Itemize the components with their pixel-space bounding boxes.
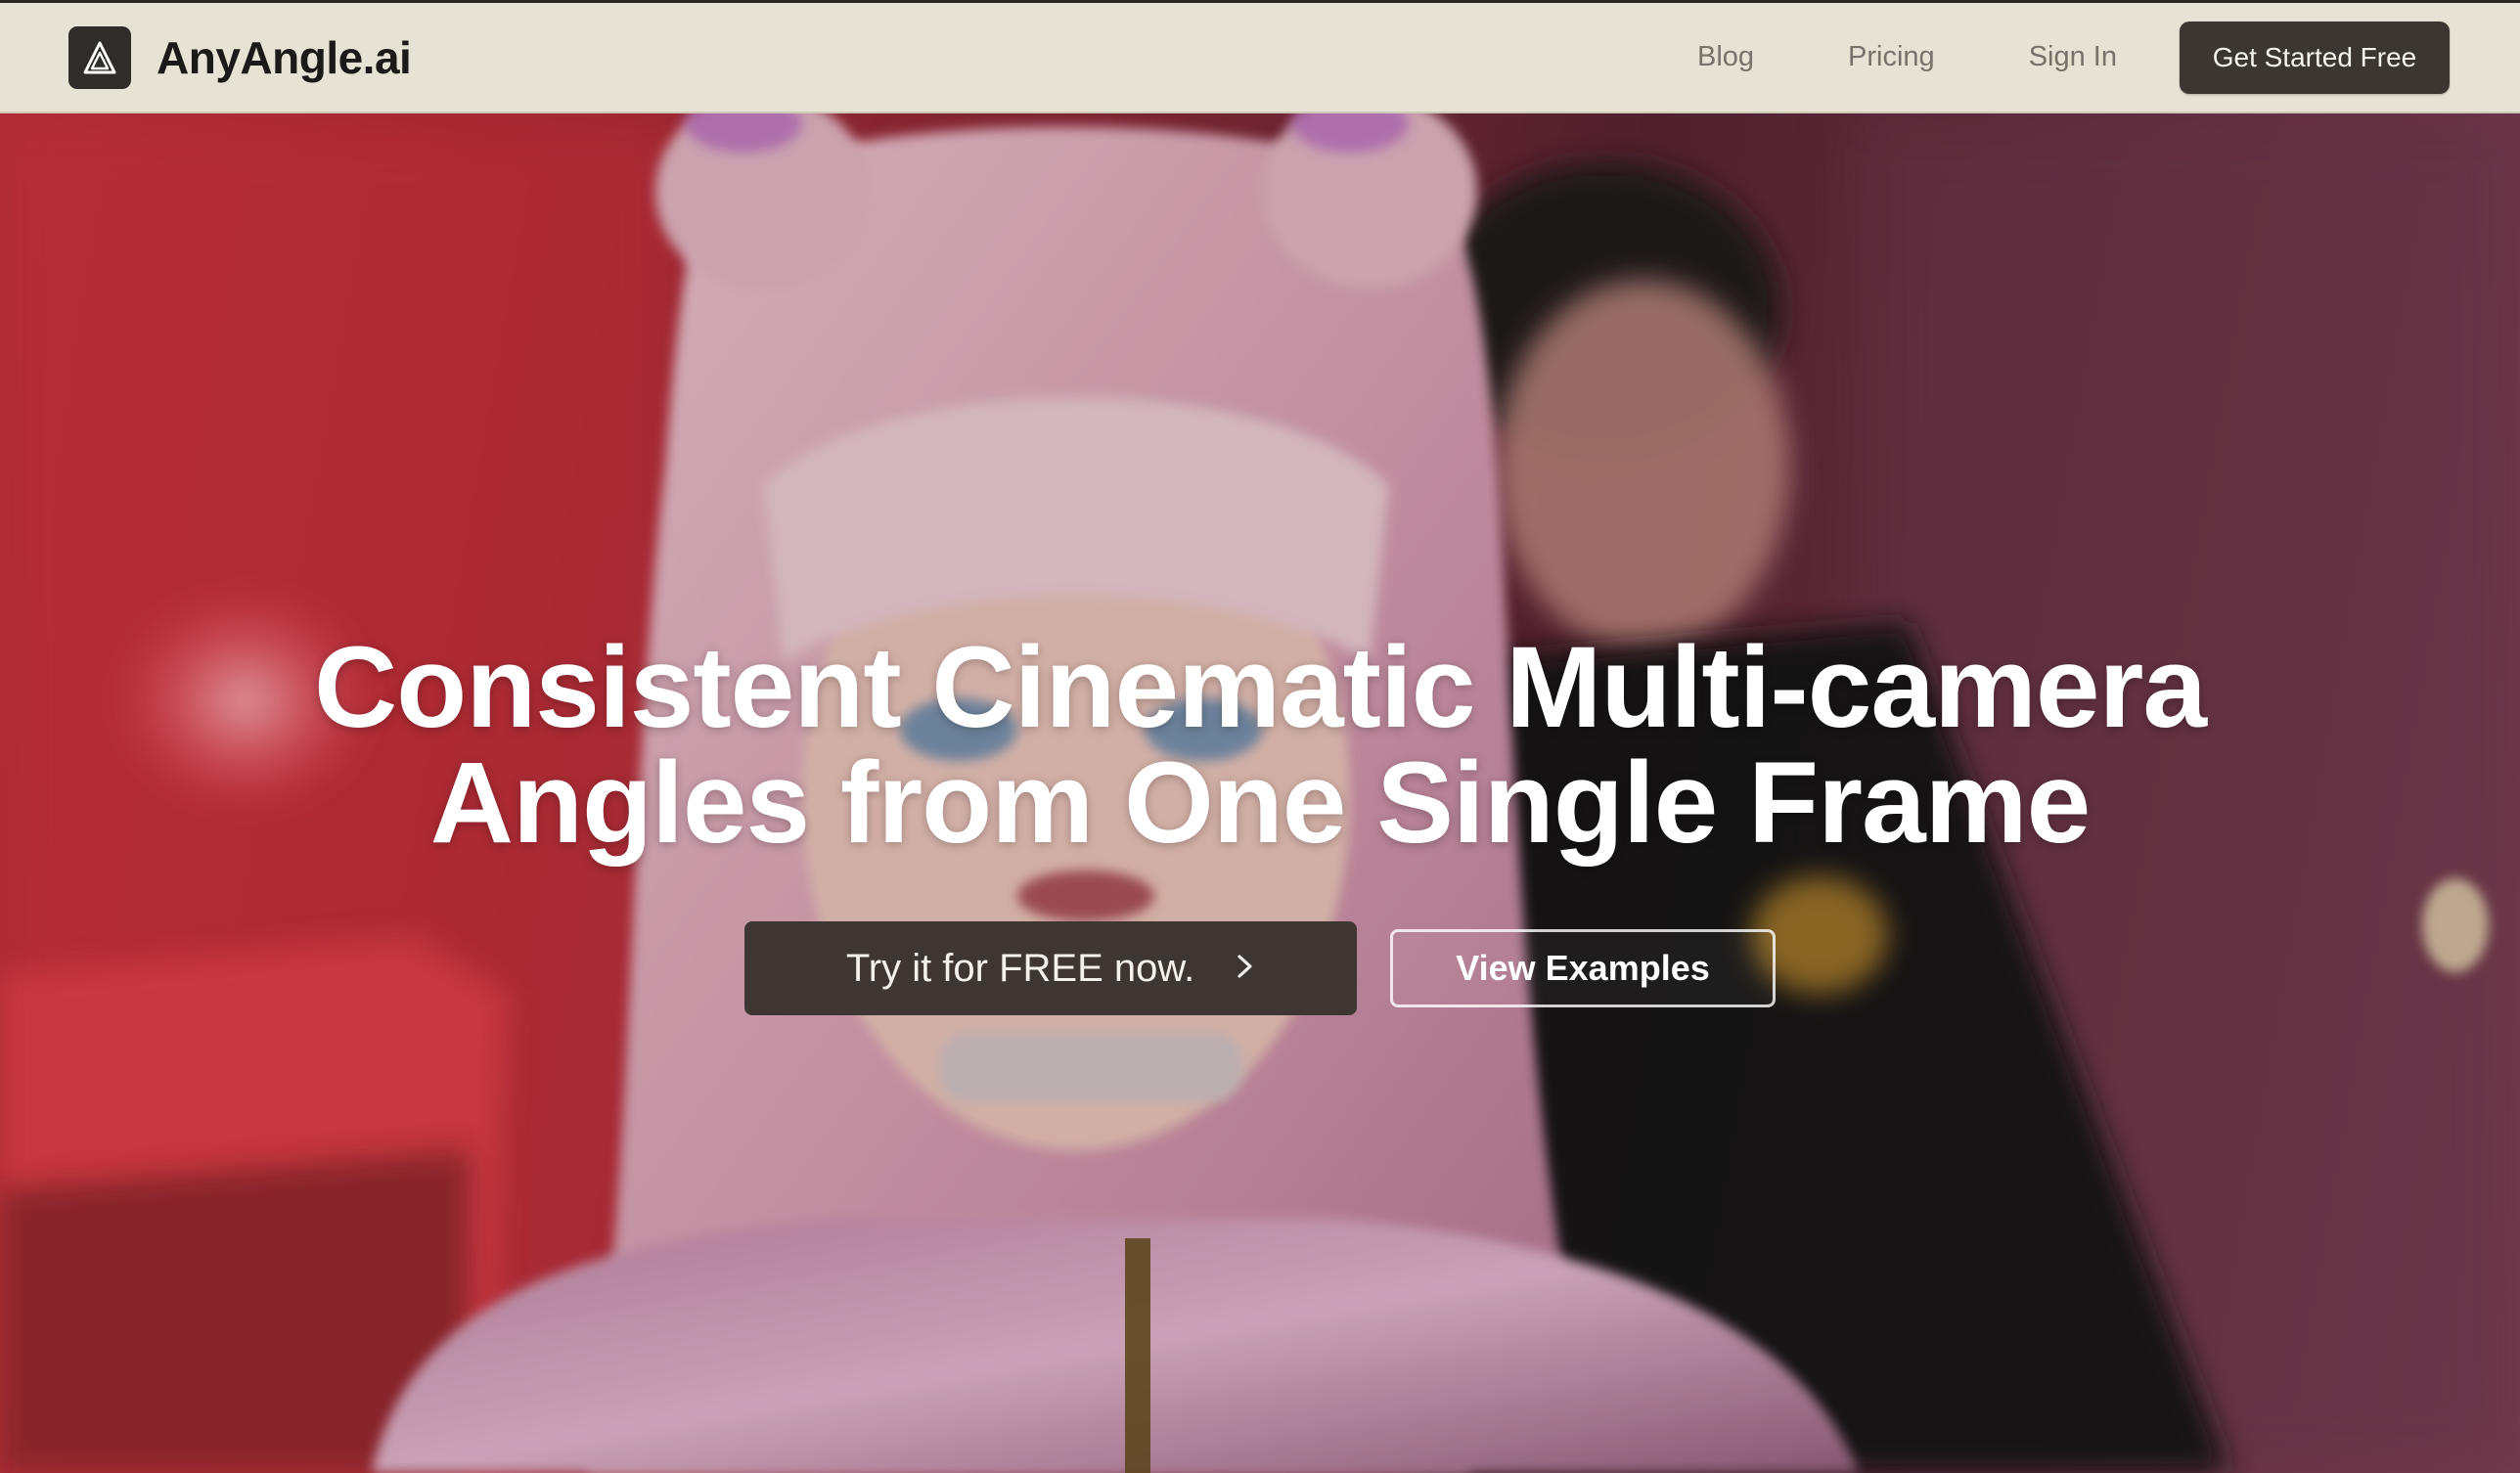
- hero-title-line-1: Consistent Cinematic Multi-camera: [313, 623, 2207, 752]
- hero-buttons: Try it for FREE now. View Examples: [744, 921, 1776, 1015]
- hero-title: Consistent Cinematic Multi-camera Angles…: [313, 623, 2207, 868]
- get-started-button[interactable]: Get Started Free: [2180, 21, 2450, 94]
- triangle-a-logo-icon: [68, 25, 131, 89]
- page: AnyAngle.ai Blog Pricing Sign In Get Sta…: [0, 0, 2520, 1473]
- nav-link-pricing[interactable]: Pricing: [1848, 41, 1935, 73]
- try-free-label: Try it for FREE now.: [845, 946, 1195, 990]
- nav-link-sign-in[interactable]: Sign In: [2029, 41, 2117, 73]
- hero-section: Consistent Cinematic Multi-camera Angles…: [0, 113, 2520, 1473]
- view-examples-button[interactable]: View Examples: [1390, 929, 1776, 1007]
- brand-logo[interactable]: AnyAngle.ai: [68, 25, 412, 89]
- nav-link-blog[interactable]: Blog: [1697, 41, 1754, 73]
- chevron-right-icon: [1236, 951, 1255, 986]
- try-free-button[interactable]: Try it for FREE now.: [744, 921, 1357, 1015]
- brand-name: AnyAngle.ai: [157, 31, 412, 83]
- hero-content: Consistent Cinematic Multi-camera Angles…: [0, 630, 2520, 1015]
- hero-title-line-2: Angles from One Single Frame: [429, 738, 2091, 868]
- nav-links: Blog Pricing Sign In Get Started Free: [1697, 21, 2450, 94]
- top-navbar: AnyAngle.ai Blog Pricing Sign In Get Sta…: [0, 0, 2520, 113]
